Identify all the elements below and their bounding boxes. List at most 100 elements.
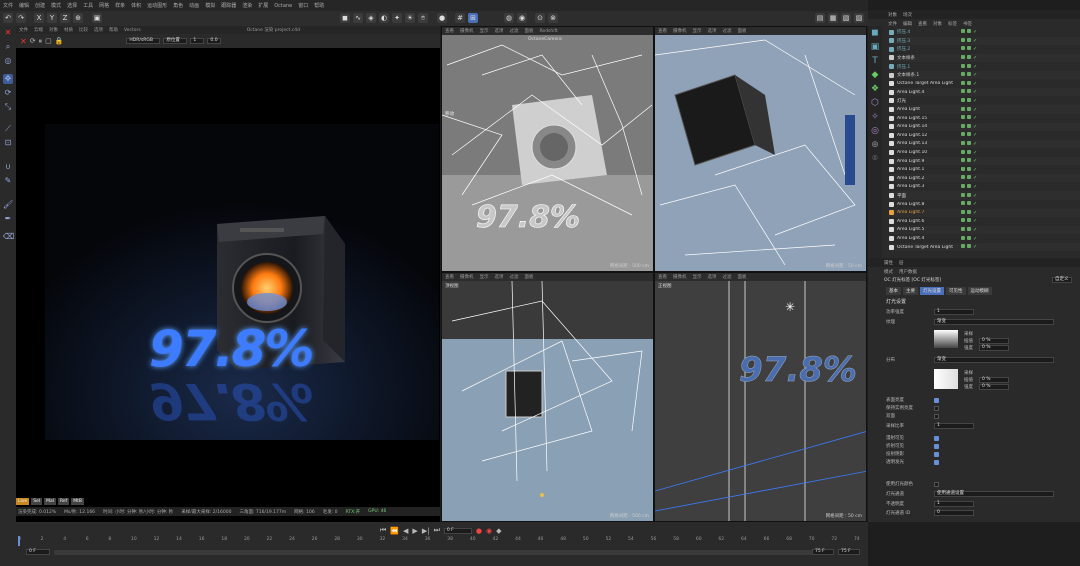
object-list-item[interactable]: Area Light.1 ✓ <box>889 166 1080 174</box>
lock-icon[interactable]: 🔒 <box>55 37 64 45</box>
attribute-menu-item[interactable]: 模式 <box>884 269 893 275</box>
render-dot-icon[interactable] <box>967 115 971 120</box>
playhead[interactable] <box>18 536 20 546</box>
attribute-value-field[interactable]: 1 <box>934 423 974 429</box>
attribute-subtab[interactable]: 基本 <box>886 287 901 295</box>
camera-icon[interactable]: ⌾ <box>868 152 882 166</box>
object-list-item[interactable]: Area Light.12 ✓ <box>889 131 1080 139</box>
object-list-item[interactable]: Area Light.4 ✓ <box>889 234 1080 242</box>
visibility-dot-icon[interactable] <box>961 63 965 68</box>
viewport-menu-item[interactable]: 摄像机 <box>460 28 474 34</box>
menu-item[interactable]: 动画 <box>189 2 199 9</box>
object-list-item[interactable]: 挤压.2 ✓ <box>889 45 1080 53</box>
render-dot-icon[interactable] <box>967 132 971 137</box>
render-badge[interactable]: Sel <box>31 498 43 505</box>
render-menu-item[interactable]: Vectors <box>124 28 141 33</box>
attribute-value-field[interactable]: 1 <box>934 501 974 507</box>
visibility-dot-icon[interactable] <box>961 29 965 34</box>
object-flags[interactable]: ✓ <box>961 72 977 78</box>
menu-item[interactable]: 跟踪器 <box>221 2 236 9</box>
render-dot-icon[interactable] <box>967 166 971 171</box>
visibility-dot-icon[interactable] <box>961 209 965 214</box>
visibility-dot-icon[interactable] <box>961 166 965 171</box>
object-menu-item[interactable]: 对象 <box>933 21 942 27</box>
object-list-item[interactable]: Area Light.3 ✓ <box>889 183 1080 191</box>
enabled-check-icon[interactable]: ✓ <box>973 193 977 199</box>
render-dot-icon[interactable] <box>967 244 971 249</box>
object-list-item[interactable]: Area Light.2 ✓ <box>889 174 1080 183</box>
object-flags[interactable]: ✓ <box>961 244 977 250</box>
paint-brush-icon[interactable]: 🖌 <box>3 200 13 210</box>
enabled-check-icon[interactable]: ✓ <box>973 236 977 242</box>
redo-icon[interactable]: ↷ <box>16 13 26 23</box>
object-list-item[interactable]: Area Light.9 ✓ <box>889 157 1080 166</box>
next-frame-icon[interactable]: ▶| <box>422 527 430 535</box>
visibility-dot-icon[interactable] <box>961 115 965 120</box>
visibility-dot-icon[interactable] <box>961 158 965 163</box>
visibility-dot-icon[interactable] <box>961 123 965 128</box>
object-flags[interactable]: ✓ <box>961 209 977 216</box>
enabled-check-icon[interactable]: ✓ <box>973 55 977 61</box>
object-flags[interactable]: ✓ <box>961 37 977 44</box>
attribute-checkbox[interactable] <box>934 481 939 487</box>
stop-icon[interactable]: ✕ <box>20 37 27 46</box>
enabled-check-icon[interactable]: ✓ <box>973 210 977 216</box>
menu-item[interactable]: 选择 <box>67 2 77 9</box>
scale-icon[interactable]: ⤡ <box>3 102 13 112</box>
object-flags[interactable]: ✓ <box>961 63 977 70</box>
render-region-icon[interactable]: ▣ <box>92 13 102 23</box>
keyframe-icon[interactable]: ◆ <box>496 527 501 535</box>
attribute-subtab[interactable]: 运动模糊 <box>967 287 992 295</box>
object-flags[interactable]: ✓ <box>961 54 977 61</box>
viewport-menu-item[interactable]: 过滤 <box>510 28 519 34</box>
menu-item[interactable]: 帮助 <box>314 2 324 9</box>
viewport-menu-item[interactable]: 面板 <box>738 274 747 280</box>
render-menu-item[interactable]: 文件 <box>19 27 28 33</box>
extrude-icon[interactable]: ⊡ <box>3 138 13 148</box>
eraser-icon[interactable]: ⌫ <box>3 232 14 242</box>
object-list-item[interactable]: Area Light.14 ✓ <box>889 122 1080 131</box>
render-menu-item[interactable]: 云端 <box>34 27 43 33</box>
cloner-icon[interactable]: ❖ <box>868 82 882 96</box>
menu-item[interactable]: 运动图形 <box>147 2 167 9</box>
viewport-menu-item[interactable]: 摄像机 <box>673 274 687 280</box>
play-icon[interactable]: ▶ <box>412 527 417 535</box>
object-flags[interactable]: ✓ <box>961 158 977 164</box>
octane-icon[interactable]: ◍ <box>504 13 514 23</box>
viewport-menu-item[interactable]: 摄像机 <box>460 274 474 280</box>
viewport-menu-item[interactable]: 选项 <box>708 28 717 34</box>
layout-icon[interactable]: ▤ <box>815 13 825 23</box>
viewport-top[interactable]: 查看 摄像机 显示 选项 过滤 面板 顶视图 网格间距 : 500 cm <box>441 272 654 522</box>
render-badge[interactable]: Live <box>16 498 30 505</box>
render-dot-icon[interactable] <box>967 80 971 85</box>
render-badge[interactable]: Ref <box>57 498 70 505</box>
visibility-dot-icon[interactable] <box>961 218 965 223</box>
null-icon[interactable]: ⊕ <box>868 138 882 152</box>
visibility-dot-icon[interactable] <box>961 149 965 154</box>
visibility-dot-icon[interactable] <box>961 72 965 77</box>
start-frame-field[interactable]: 0 F <box>26 549 50 555</box>
object-tab[interactable]: 场次 <box>903 12 912 18</box>
scene-icon[interactable]: ☀ <box>405 13 415 23</box>
object-flags[interactable]: ✓ <box>961 80 977 87</box>
live-select-icon[interactable]: ◎ <box>3 56 13 66</box>
object-flags[interactable]: ✓ <box>961 183 977 190</box>
object-flags[interactable]: ✓ <box>961 123 977 130</box>
render-dot-icon[interactable] <box>967 46 971 51</box>
deformer-icon[interactable]: ◐ <box>379 13 389 23</box>
sculpt-icon[interactable]: ⊗ <box>548 13 558 23</box>
z-axis-button[interactable]: Z <box>60 13 70 23</box>
viewport-menu-item[interactable]: 摄像机 <box>673 28 687 34</box>
attribute-subtab[interactable]: 主要 <box>903 287 918 295</box>
viewport-menu-item[interactable]: 选项 <box>495 274 504 280</box>
deformer-icon[interactable]: ⬡ <box>868 96 882 110</box>
render-menu-item[interactable]: 选项 <box>94 27 103 33</box>
field-icon[interactable]: ✦ <box>392 13 402 23</box>
enabled-check-icon[interactable]: ✓ <box>973 81 977 87</box>
menu-item[interactable]: 模拟 <box>205 2 215 9</box>
viewport-menu-item[interactable]: 显示 <box>480 28 489 34</box>
enabled-check-icon[interactable]: ✓ <box>973 218 977 224</box>
menu-item[interactable]: Octane <box>274 3 292 9</box>
visibility-dot-icon[interactable] <box>961 226 965 231</box>
undo-icon[interactable]: ↶ <box>3 13 13 23</box>
